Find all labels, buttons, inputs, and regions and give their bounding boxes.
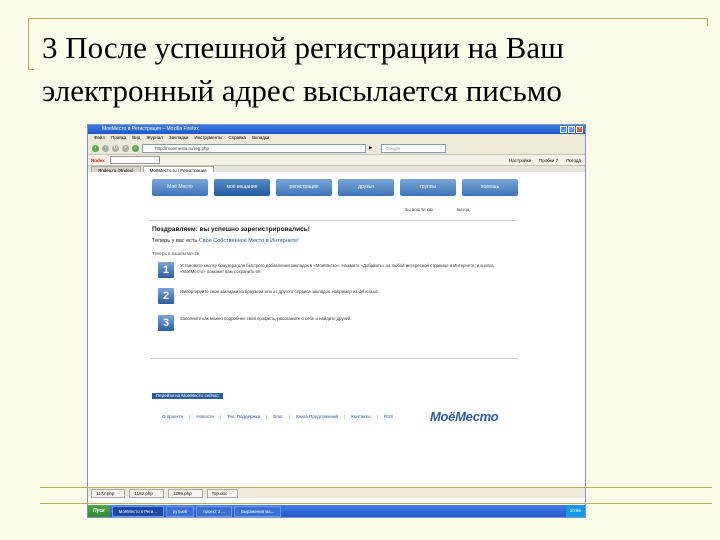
step-1: 1 Установите кнопку браузера для быстрог… [152, 262, 522, 280]
user-status: вы вошли как выход [405, 207, 469, 212]
site-navigation: Моё Место моё вещание регистрация друзья… [152, 179, 518, 196]
content-divider-bottom [150, 358, 518, 359]
stop-icon[interactable]: × [122, 144, 129, 152]
footer-rss[interactable]: RSS [384, 414, 393, 419]
menu-history[interactable]: Журнал [146, 134, 162, 142]
yandex-search-input[interactable] [109, 156, 160, 164]
nav-help[interactable]: помощь [462, 179, 518, 196]
download-item[interactable]: Top.doc [206, 488, 239, 498]
window-titlebar: МоеМесто в Регистрация – Mozilla Firefox… [88, 125, 585, 134]
footer-support[interactable]: Тех. Поддержка [227, 414, 260, 419]
step-number-3: 3 [158, 315, 174, 331]
footer-suggestions[interactable]: Книга Предложений [296, 414, 338, 419]
menu-help[interactable]: Справка [228, 134, 246, 142]
footer-links: О проекте | Новости | Тех. Поддержка | Блог… [162, 414, 394, 419]
start-button[interactable]: Пуск [88, 505, 110, 517]
downloads-bar: 1172.php 1182.php 1299.php Top.doc [88, 487, 585, 498]
yandex-weather[interactable]: Погода [566, 158, 581, 163]
yandex-settings[interactable]: Настройки [509, 158, 531, 163]
footer-contacts[interactable]: Контакты [351, 414, 370, 419]
navigation-toolbar: ‹ › ↻ × ⌂ http://moemesto.ru/reg.php ▶ G… [88, 142, 585, 155]
windows-taskbar: Пуск МоёМесто в Реги... рутьюб проект 2 … [88, 505, 585, 517]
nav-moe-mesto[interactable]: Моё Место [152, 179, 208, 196]
taskbar-item[interactable]: Выражения ма... [234, 505, 282, 517]
menu-bar: Файл Правка Вид Журнал Закладки Инструме… [88, 134, 585, 142]
download-item[interactable]: 1182.php [129, 488, 164, 498]
yandex-traffic[interactable]: Пробки 7 [539, 158, 558, 163]
reload-icon[interactable]: ↻ [112, 144, 119, 152]
footer-blog[interactable]: Блог [273, 414, 283, 419]
congrats-heading: Поздравляем: вы успешно зарегистрировали… [152, 226, 310, 233]
forward-icon[interactable]: › [102, 144, 109, 152]
logged-in-as: вы вошли как [405, 207, 434, 212]
yandex-toolbar: Яndex Настройки Пробки 7 Погода [88, 155, 585, 166]
slide-border-bottom [40, 487, 712, 488]
slide-title: 3 После успешной регистрации на Ваш элек… [42, 26, 702, 112]
go-button[interactable]: ▶ [369, 145, 372, 151]
step-number-1: 1 [158, 262, 174, 278]
browser-screenshot: МоеМесто в Регистрация – Mozilla Firefox… [87, 124, 586, 518]
address-bar[interactable]: http://moemesto.ru/reg.php [142, 143, 366, 153]
menu-tabs[interactable]: Вкладки [252, 134, 269, 142]
taskbar-item[interactable]: МоёМесто в Реги... [111, 505, 164, 517]
back-icon[interactable]: ‹ [92, 144, 99, 152]
step-2: 2 Импортируйте свои закладки из браузера… [152, 288, 522, 306]
footer-news[interactable]: Новости [196, 414, 213, 419]
slide-title-line-1: 3 После успешной регистрации на Ваш [42, 30, 564, 65]
nav-moe-veshchanie[interactable]: моё вещание [214, 179, 270, 196]
menu-bookmarks[interactable]: Закладки [169, 134, 188, 142]
taskbar-item[interactable]: рутьюб [165, 505, 195, 517]
yandex-logo[interactable]: Яndex [91, 158, 105, 163]
go-to-moemesto-button[interactable]: Перейти на МоёМесто сейчас [152, 393, 223, 399]
slide-border-left [28, 18, 29, 70]
nav-groups[interactable]: группы [400, 179, 456, 196]
minimize-icon[interactable]: _ [560, 126, 567, 133]
slide-title-line-2: электронный адрес высылается письмо [42, 73, 562, 108]
window-title: МоеМесто в Регистрация – Mozilla Firefox [102, 126, 199, 132]
download-item[interactable]: 1172.php [91, 488, 126, 498]
subtitle-prefix: Теперь у вас есть [152, 238, 199, 244]
nav-friends[interactable]: друзья [338, 179, 394, 196]
slide-border-tick [28, 69, 34, 70]
page-content: Моё Место моё вещание регистрация друзья… [88, 172, 585, 498]
step-3: 3 Заполните как можно подробнее свой про… [152, 315, 522, 333]
subtitle-link[interactable]: Своё Собственное Место в Интернете! [199, 238, 299, 244]
search-input[interactable]: Google [381, 143, 447, 153]
footer-about[interactable]: О проекте [162, 414, 183, 419]
maximize-icon[interactable]: □ [568, 126, 575, 133]
step-text-1[interactable]: Установите кнопку браузера для быстрого … [180, 263, 520, 275]
download-item[interactable]: 1299.php [167, 488, 203, 498]
logout-link[interactable]: выход [457, 207, 470, 212]
menu-file[interactable]: Файл [94, 134, 105, 142]
taskbar-item[interactable]: проект 2 ... [196, 505, 233, 517]
step-number-2: 2 [158, 288, 174, 304]
close-icon[interactable]: × [576, 126, 583, 133]
slide-border-top [28, 18, 708, 19]
nav-registration[interactable]: регистрация [276, 179, 332, 196]
moemesto-logo: МоёМесто [430, 409, 499, 424]
step-text-3[interactable]: Заполните как можно подробнее свой профи… [180, 316, 520, 322]
step-text-2[interactable]: Импортируйте свои закладки из браузера и… [180, 289, 520, 295]
menu-edit[interactable]: Правка [111, 134, 126, 142]
slide-border-bottom-2 [40, 503, 712, 504]
menu-view[interactable]: Вид [132, 134, 140, 142]
content-divider-top [150, 220, 518, 221]
steps-hint: Теперь в вашем месте [152, 251, 200, 256]
home-icon[interactable]: ⌂ [132, 144, 139, 152]
system-tray-clock: 10:56 [565, 505, 585, 517]
menu-tools[interactable]: Инструменты [194, 134, 222, 142]
subtitle: Теперь у вас есть Своё Собственное Место… [152, 238, 299, 244]
slide-border-right [707, 18, 708, 26]
